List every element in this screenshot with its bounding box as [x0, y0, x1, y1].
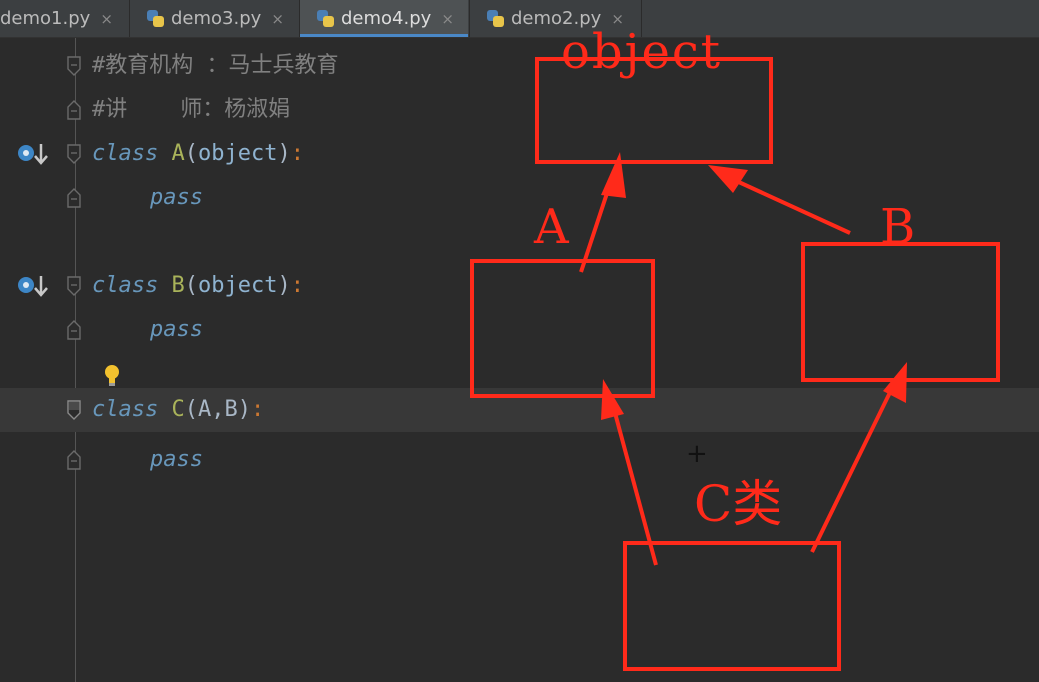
close-icon[interactable]: × [271, 10, 284, 28]
class-name: B [171, 273, 185, 298]
base-classes: A,B [197, 397, 238, 422]
label-c: C类 [694, 475, 783, 533]
editor-tab-bar: demo1.py × demo3.py × demo4.py × demo2.p… [0, 0, 1039, 38]
fold-marker-icon[interactable] [67, 144, 81, 164]
fold-marker-icon[interactable] [67, 56, 81, 76]
python-file-icon [486, 9, 506, 29]
pass-statement: pass [150, 184, 203, 212]
base-class: object [197, 273, 278, 298]
python-file-icon [146, 9, 166, 29]
label-b: B [880, 199, 916, 255]
tab-demo1[interactable]: demo1.py × [0, 0, 128, 37]
keyword-class: class [92, 141, 159, 166]
label-object: object [561, 24, 723, 80]
tab-demo4[interactable]: demo4.py × [300, 0, 468, 37]
keyword-pass: pass [150, 447, 203, 472]
fold-marker-icon[interactable] [67, 100, 81, 120]
override-method-icon[interactable] [16, 274, 50, 298]
class-definition: class B(object): [92, 273, 304, 298]
fold-marker-icon[interactable] [67, 188, 81, 208]
code-editor[interactable]: #教育机构 ：马士兵教育 #讲 师：杨淑娟 class A(object): p… [0, 38, 1039, 682]
comment-text: #教育机构 ：马士兵教育 [92, 53, 339, 78]
tab-label: demo3.py [171, 8, 262, 29]
code-line[interactable]: pass [0, 438, 1039, 482]
override-method-icon[interactable] [16, 142, 50, 166]
keyword-class: class [92, 397, 159, 422]
class-name: C [171, 397, 185, 422]
keyword-pass: pass [150, 185, 203, 210]
close-icon[interactable]: × [441, 10, 454, 28]
tab-label: demo4.py [341, 8, 432, 29]
pass-statement: pass [150, 316, 203, 344]
tab-demo3[interactable]: demo3.py × [130, 0, 298, 37]
class-definition: class C(A,B): [92, 397, 265, 422]
code-line-current[interactable]: class C(A,B): [0, 388, 1039, 432]
class-name: A [171, 141, 185, 166]
tab-label: demo1.py [0, 8, 91, 29]
lightbulb-icon[interactable] [103, 364, 121, 388]
mouse-cursor-icon: + [686, 439, 708, 469]
fold-marker-icon[interactable] [67, 400, 81, 420]
pass-statement: pass [150, 446, 203, 474]
code-line[interactable]: class A(object): [0, 132, 1039, 176]
keyword-class: class [92, 273, 159, 298]
label-a: A [534, 199, 569, 255]
code-line[interactable]: class B(object): [0, 264, 1039, 308]
fold-marker-icon[interactable] [67, 320, 81, 340]
fold-marker-icon[interactable] [67, 276, 81, 296]
comment-text: #讲 师：杨淑娟 [92, 97, 291, 122]
keyword-pass: pass [150, 317, 203, 342]
python-file-icon [316, 9, 336, 29]
code-line[interactable]: #教育机构 ：马士兵教育 [0, 44, 1039, 88]
code-line[interactable]: #讲 师：杨淑娟 [0, 88, 1039, 132]
class-definition: class A(object): [92, 141, 304, 166]
close-icon[interactable]: × [100, 10, 113, 28]
base-class: object [197, 141, 278, 166]
fold-marker-icon[interactable] [67, 450, 81, 470]
code-line[interactable]: pass [0, 308, 1039, 352]
